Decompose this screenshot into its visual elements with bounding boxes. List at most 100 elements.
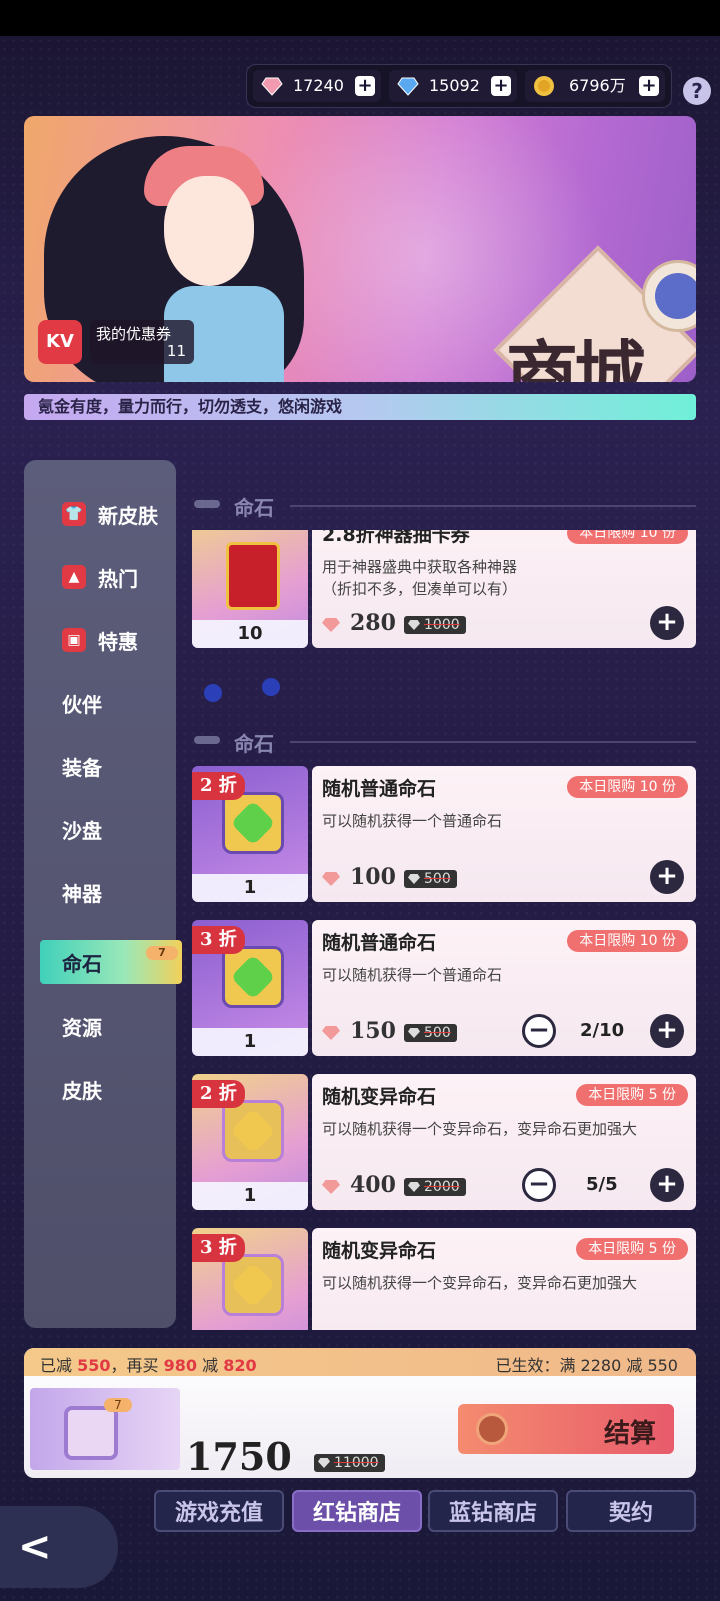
decrease-button[interactable]: −: [522, 1014, 556, 1048]
add-button[interactable]: +: [650, 1014, 684, 1048]
sidebar-item-label: 皮肤: [62, 1079, 102, 1103]
reduced-label: 已减: [40, 1356, 73, 1375]
next-discount-amount: 820: [223, 1356, 257, 1375]
sidebar-item-equipment[interactable]: 装备: [24, 744, 176, 788]
product-description: 可以随机获得一个普通命石: [322, 812, 503, 830]
coupon-label: 我的优惠券: [96, 325, 172, 343]
product-price: 150: [350, 1018, 396, 1044]
add-gold-coin-button[interactable]: +: [639, 76, 659, 96]
sidebar-item-special-offer[interactable]: ▣ 特惠: [24, 618, 176, 662]
buy-more-amount: 980: [163, 1356, 198, 1375]
add-button[interactable]: +: [650, 1168, 684, 1202]
product-card: 1 3 折 随机普通命石 本日限购 10 份 可以随机获得一个普通命石 150 …: [192, 920, 696, 1056]
gold-coin-value: 6796万: [569, 76, 626, 95]
product-name: 随机变异命石: [322, 1086, 437, 1108]
purchase-limit-badge: 本日限购 5 份: [576, 1238, 688, 1260]
checkout-panel: 已减 550，再买 980 减 820 已生效：满 2280 减 550 7 1…: [24, 1348, 696, 1478]
discount-tag: 3 折: [192, 926, 245, 954]
product-price: 400: [350, 1172, 396, 1198]
product-name: 随机普通命石: [322, 778, 437, 800]
sidebar-item-artifact[interactable]: 神器: [24, 870, 176, 914]
add-blue-diamond-button[interactable]: +: [491, 76, 511, 96]
selected-count: 5/5: [586, 1174, 618, 1195]
category-sidebar: 👕 新皮肤 ▲ 热门 ▣ 特惠 伙伴 装备 沙盘 神器 命石 7 资源 皮肤: [24, 460, 182, 1328]
price-gem-icon: [322, 872, 340, 886]
section-divider: [290, 505, 696, 507]
cart-button[interactable]: 7: [30, 1388, 180, 1470]
purchase-limit-badge: 本日限购 5 份: [576, 1084, 688, 1106]
price-gem-icon: [322, 1180, 340, 1194]
help-button[interactable]: ?: [683, 77, 711, 105]
sidebar-item-fate-stone[interactable]: 命石 7: [40, 940, 182, 984]
gold-gem-icon: [222, 1100, 284, 1162]
sidebar-item-skins[interactable]: 皮肤: [24, 1067, 176, 1111]
currency-pink-diamond: 17240 +: [253, 70, 381, 102]
sidebar-item-partner[interactable]: 伙伴: [24, 681, 176, 725]
gold-gem-icon: [222, 1254, 284, 1316]
product-name: 随机变异命石: [322, 1240, 437, 1262]
tab-blue-diamond-shop[interactable]: 蓝钻商店: [428, 1490, 558, 1532]
blue-diamond-value: 15092: [429, 76, 480, 95]
add-button[interactable]: +: [650, 860, 684, 894]
product-card: 10 2.8折神器抽卡券 本日限购 10 份 用于神器盛典中获取各种神器 （折扣…: [192, 530, 696, 648]
section-pill: [194, 500, 220, 508]
product-price: 100: [350, 864, 396, 890]
product-name: 随机普通命石: [322, 932, 437, 954]
add-button[interactable]: +: [650, 606, 684, 640]
product-thumbnail[interactable]: 10: [192, 530, 308, 648]
total-original-price: 11000: [314, 1454, 385, 1472]
buy-more-label: ，再买: [110, 1356, 159, 1375]
discount-tag: 2 折: [192, 772, 245, 800]
card-ticket-icon: [226, 542, 280, 610]
back-button[interactable]: <: [0, 1506, 118, 1588]
product-quantity: 10: [192, 620, 308, 648]
tab-contract[interactable]: 契约: [566, 1490, 696, 1532]
purchase-limit-badge: 本日限购 10 份: [567, 530, 688, 544]
original-price: 500: [404, 1024, 457, 1042]
purchase-limit-badge: 本日限购 10 份: [567, 776, 688, 798]
minus-label: 减: [202, 1356, 219, 1375]
product-description: 可以随机获得一个变异命石，变异命石更加强大: [322, 1274, 638, 1292]
product-info: 随机普通命石 本日限购 10 份 可以随机获得一个普通命石 150 500 − …: [312, 920, 696, 1056]
product-price: 280: [350, 610, 396, 636]
section-divider: [290, 741, 696, 743]
loading-dot: [204, 684, 222, 702]
add-pink-diamond-button[interactable]: +: [355, 76, 375, 96]
original-price: 1000: [404, 616, 466, 634]
sidebar-item-new-skin[interactable]: 👕 新皮肤: [24, 492, 176, 536]
currency-gold-coin: 6796万 +: [525, 70, 665, 102]
green-gem-icon: [222, 946, 284, 1008]
pink-diamond-icon: [261, 77, 283, 96]
product-quantity: 1: [192, 1182, 308, 1210]
section-pill: [194, 736, 220, 744]
discount-tag: 3 折: [192, 1234, 245, 1262]
pink-diamond-value: 17240: [293, 76, 344, 95]
status-bar: [0, 0, 720, 36]
sidebar-item-label: 热门: [98, 567, 138, 591]
original-price: 2000: [404, 1178, 466, 1196]
flame-icon: ▲: [62, 565, 86, 589]
tab-game-recharge[interactable]: 游戏充值: [154, 1490, 284, 1532]
product-description: 用于神器盛典中获取各种神器 （折扣不多，但凑单可以有）: [322, 556, 692, 600]
sidebar-item-label: 新皮肤: [98, 504, 158, 528]
sidebar-item-label: 特惠: [98, 630, 138, 654]
product-name: 2.8折神器抽卡券: [322, 530, 470, 546]
sidebar-item-label: 资源: [62, 1016, 102, 1040]
discount-strip: 已减 550，再买 980 减 820 已生效：满 2280 减 550: [24, 1348, 696, 1376]
discount-tag: 2 折: [192, 1080, 245, 1108]
my-coupons-button[interactable]: KV 我的优惠券 11: [38, 320, 194, 364]
product-list[interactable]: 10 2.8折神器抽卡券 本日限购 10 份 用于神器盛典中获取各种神器 （折扣…: [188, 530, 700, 1330]
sidebar-item-hot[interactable]: ▲ 热门: [24, 555, 176, 599]
product-card: 3 折 随机变异命石 本日限购 5 份 可以随机获得一个变异命石，变异命石更加强…: [192, 1228, 696, 1330]
product-description: 可以随机获得一个普通命石: [322, 966, 503, 984]
sidebar-item-sandbox[interactable]: 沙盘: [24, 807, 176, 851]
tab-red-diamond-shop[interactable]: 红钻商店: [292, 1490, 422, 1532]
ticket-icon: ▣: [62, 628, 86, 652]
decrease-button[interactable]: −: [522, 1168, 556, 1202]
sidebar-item-resources[interactable]: 资源: [24, 1004, 176, 1048]
currency-bar: 17240 + 15092 + 6796万 +: [246, 64, 672, 108]
sidebar-item-label: 命石: [62, 952, 102, 976]
coupon-icon: KV: [38, 320, 82, 364]
sidebar-item-label: 沙盘: [62, 819, 102, 843]
checkout-button[interactable]: 结算: [458, 1404, 674, 1454]
